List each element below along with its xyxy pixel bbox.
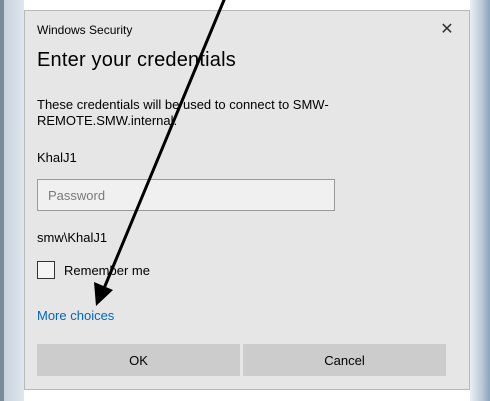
remember-me-label[interactable]: Remember me xyxy=(64,263,150,278)
dialog-description: These credentials will be used to connec… xyxy=(37,97,329,128)
domain-user-label: smw\KhalJ1 xyxy=(37,230,108,245)
dialog-heading: Enter your credentials xyxy=(37,49,236,71)
ok-button[interactable]: OK xyxy=(37,344,240,376)
close-button[interactable]: ✕ xyxy=(433,17,461,41)
screenshot-stage: Windows Security ✕ Enter your credential… xyxy=(0,0,490,401)
remember-me-row[interactable]: Remember me xyxy=(37,259,150,281)
windows-security-dialog: Windows Security ✕ Enter your credential… xyxy=(24,10,470,390)
remember-me-checkbox[interactable] xyxy=(37,261,55,279)
close-icon: ✕ xyxy=(440,21,454,38)
password-field[interactable] xyxy=(37,179,335,211)
background-window-left xyxy=(0,0,24,401)
more-choices-link[interactable]: More choices xyxy=(37,308,114,323)
cancel-button[interactable]: Cancel xyxy=(243,344,446,376)
background-window-right xyxy=(470,0,490,401)
window-title: Windows Security xyxy=(37,23,133,37)
username-label: KhalJ1 xyxy=(37,150,77,165)
